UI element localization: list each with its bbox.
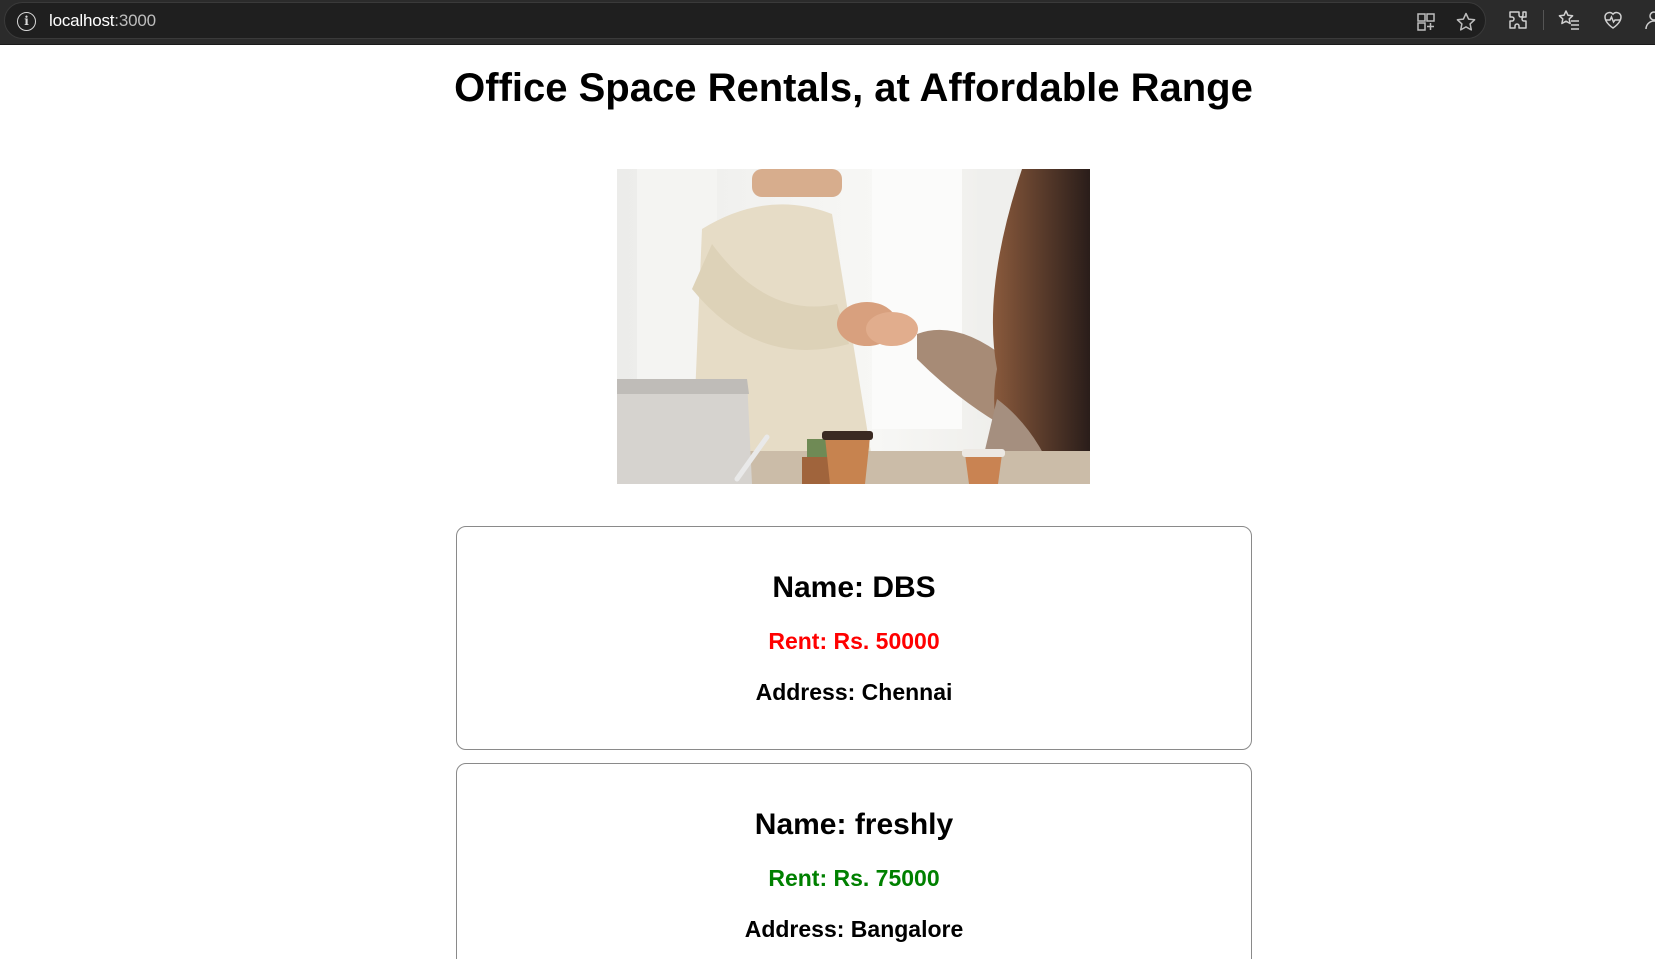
office-rent: Rent: Rs. 75000 xyxy=(768,865,940,891)
hero-image xyxy=(617,169,1090,484)
health-icon[interactable] xyxy=(1601,8,1625,32)
office-name: Name: freshly xyxy=(754,808,954,841)
office-card: Name: freshly Rent: Rs. 75000 Address: B… xyxy=(456,763,1252,959)
info-icon[interactable]: i xyxy=(17,12,36,31)
url-port: :3000 xyxy=(114,11,156,30)
browser-toolbar: i localhost:3000 xyxy=(0,0,1655,45)
toolbar-separator xyxy=(1543,10,1544,30)
profile-icon[interactable] xyxy=(1642,8,1655,32)
extensions-icon[interactable] xyxy=(1506,8,1530,32)
office-rent: Rent: Rs. 50000 xyxy=(768,628,940,654)
favorites-icon[interactable] xyxy=(1557,8,1581,32)
star-icon[interactable] xyxy=(1455,11,1477,33)
office-address: Address: Chennai xyxy=(755,679,953,705)
address-bar[interactable]: i localhost:3000 xyxy=(4,2,1486,39)
office-name: Name: DBS xyxy=(772,571,936,604)
office-address: Address: Bangalore xyxy=(744,916,964,942)
url-text[interactable]: localhost:3000 xyxy=(49,11,156,31)
page-title: Office Space Rentals, at Affordable Rang… xyxy=(454,66,1253,110)
office-card: Name: DBS Rent: Rs. 50000 Address: Chenn… xyxy=(456,526,1252,750)
handshake-photo xyxy=(617,169,1090,484)
grid-icon[interactable] xyxy=(1415,11,1437,33)
url-host: localhost xyxy=(49,11,115,30)
